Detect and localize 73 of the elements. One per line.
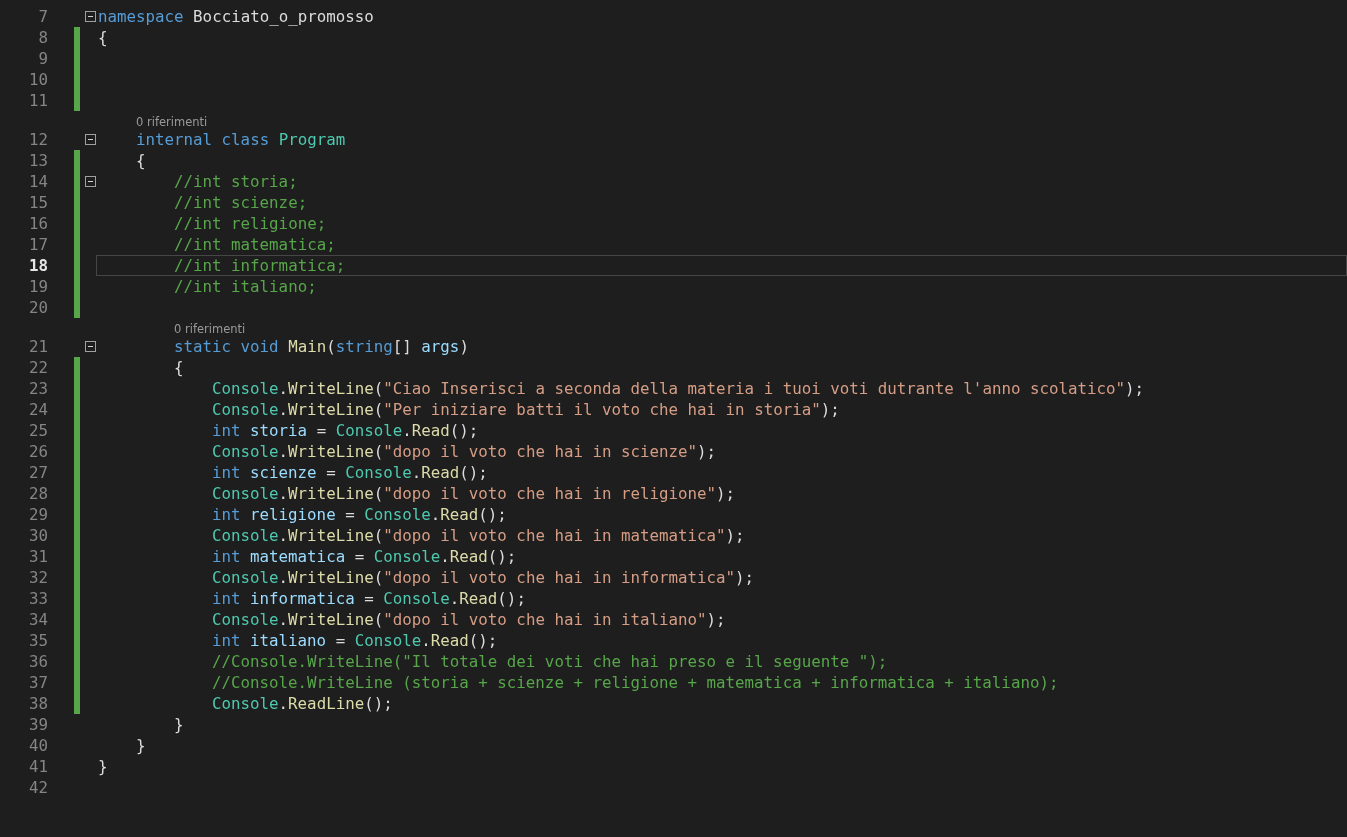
code-line: //int matematica; (174, 235, 336, 254)
line-number: 24 (27, 399, 48, 420)
line-number: 39 (27, 714, 48, 735)
code-line: //int italiano; (174, 277, 317, 296)
line-number: 25 (27, 420, 48, 441)
code-line: int storia = Console.Read(); (212, 421, 479, 440)
code-line: Console.WriteLine("Ciao Inserisci a seconda della materia i tuoi voti dutrante l'anno scolatico"); (212, 379, 1145, 398)
line-number: 17 (27, 234, 48, 255)
line-number: 16 (27, 213, 48, 234)
line-number: 21 (27, 336, 48, 357)
code-line: static void Main(string[] args) (174, 337, 469, 356)
line-number: 10 (27, 69, 48, 90)
line-number: 31 (27, 546, 48, 567)
code-line: Console.ReadLine(); (212, 694, 393, 713)
line-number: 35 (27, 630, 48, 651)
code-line: int scienze = Console.Read(); (212, 463, 488, 482)
code-line: } (174, 715, 184, 734)
line-number: 38 (27, 693, 48, 714)
code-line: //Console.WriteLine("Il totale dei voti che hai preso e il seguente "); (212, 652, 888, 671)
line-number: 15 (27, 192, 48, 213)
code-line: { (136, 151, 146, 170)
line-number: 33 (27, 588, 48, 609)
code-line: int religione = Console.Read(); (212, 505, 507, 524)
line-number: 23 (27, 378, 48, 399)
line-number: 9 (37, 48, 48, 69)
line-number: 8 (37, 27, 48, 48)
line-number: 37 (27, 672, 48, 693)
code-line: Console.WriteLine("Per iniziare batti il voto che hai in storia"); (212, 400, 840, 419)
line-number: 27 (27, 462, 48, 483)
line-number: 19 (27, 276, 48, 297)
code-line: { (174, 358, 184, 377)
code-line: { (98, 28, 108, 47)
code-line: Console.WriteLine("dopo il voto che hai in italiano"); (212, 610, 726, 629)
collapse-icon[interactable] (84, 341, 96, 352)
code-line: int italiano = Console.Read(); (212, 631, 498, 650)
collapse-icon[interactable] (84, 11, 96, 22)
line-number: 32 (27, 567, 48, 588)
code-line: Console.WriteLine("dopo il voto che hai in religione"); (212, 484, 736, 503)
line-number: 40 (27, 735, 48, 756)
line-number: 12 (27, 129, 48, 150)
code-line: int matematica = Console.Read(); (212, 547, 517, 566)
line-number: 13 (27, 150, 48, 171)
line-number: 11 (27, 90, 48, 111)
collapse-icon[interactable] (84, 176, 96, 187)
line-number: 29 (27, 504, 48, 525)
reference-count[interactable]: 0 riferimenti (136, 115, 208, 129)
collapse-icon[interactable] (84, 134, 96, 145)
reference-count[interactable]: 0 riferimenti (174, 322, 246, 336)
code-line: //int scienze; (174, 193, 308, 212)
line-number: 20 (27, 297, 48, 318)
code-line: //int religione; (174, 214, 327, 233)
code-line: //Console.WriteLine (storia + scienze + religione + matematica + informatica + italiano); (212, 673, 1059, 692)
code-line: Console.WriteLine("dopo il voto che hai in scienze"); (212, 442, 717, 461)
line-number: 14 (27, 171, 48, 192)
line-number: 41 (27, 756, 48, 777)
line-number: 7 (37, 6, 48, 27)
code-line: } (98, 757, 108, 776)
line-number: 34 (27, 609, 48, 630)
code-line: int informatica = Console.Read(); (212, 589, 526, 608)
line-number: 30 (27, 525, 48, 546)
line-number: 28 (27, 483, 48, 504)
line-number: 36 (27, 651, 48, 672)
code-line: Console.WriteLine("dopo il voto che hai in matematica"); (212, 526, 745, 545)
code-line: Console.WriteLine("dopo il voto che hai in informatica"); (212, 568, 755, 587)
line-number: 22 (27, 357, 48, 378)
line-number: 26 (27, 441, 48, 462)
line-number: 42 (27, 777, 48, 798)
line-number: 18 (27, 255, 48, 276)
code-line: //int storia; (174, 172, 298, 191)
code-line: namespace Bocciato_o_promosso (98, 7, 374, 26)
code-line: internal class Program (136, 130, 346, 149)
code-line: } (136, 736, 146, 755)
code-line: //int informatica; (174, 256, 346, 275)
